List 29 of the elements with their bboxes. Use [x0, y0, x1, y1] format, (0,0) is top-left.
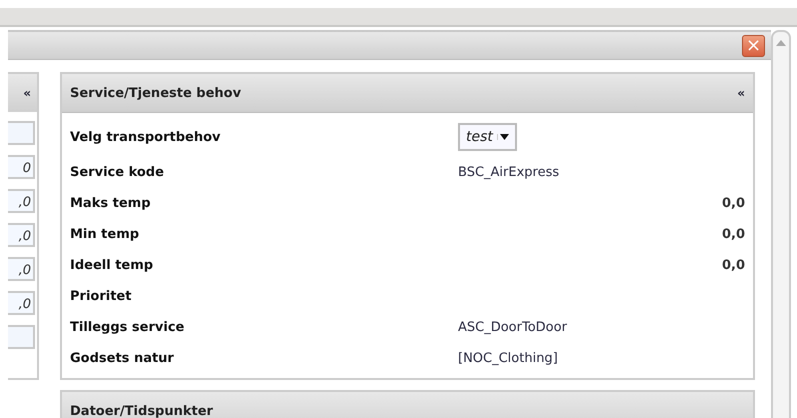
field-label: Service kode [70, 165, 165, 180]
field-label: Tilleggs service [70, 320, 186, 335]
field-label: Velg transportbehov [70, 130, 222, 144]
field-value: ASC_DoorToDoor [458, 320, 567, 335]
input-field[interactable]: ,0 [8, 189, 35, 213]
field-label: Min temp [70, 227, 140, 242]
input-field[interactable]: 0 [8, 155, 35, 179]
scrollbar[interactable] [771, 30, 791, 418]
field-value: 0,0 [722, 258, 745, 273]
input-field[interactable]: ,0 [8, 291, 35, 315]
panel-title: Datoer/Tidspunkter [70, 404, 213, 418]
input-field[interactable]: ,0 [8, 257, 35, 281]
input-field[interactable] [8, 325, 35, 349]
field-value: [NOC_Clothing] [458, 351, 558, 366]
field-label: Ideell temp [70, 258, 154, 273]
field-label: Prioritet [70, 289, 132, 304]
panel-title: Service/Tjeneste behov [70, 86, 242, 100]
field-value: 0,0 [722, 196, 745, 211]
field-value: 0,0 [722, 227, 745, 242]
caret-icon [496, 134, 509, 140]
collapse-toggle[interactable]: « [23, 86, 31, 100]
scroll-up-icon[interactable] [776, 40, 786, 46]
dropdown[interactable]: test [458, 123, 517, 151]
field-label: Godsets natur [70, 351, 175, 366]
input-field[interactable] [8, 121, 35, 145]
input-field[interactable]: ,0 [8, 223, 35, 247]
field-value: BSC_AirExpress [458, 165, 560, 180]
field-label: Maks temp [70, 196, 152, 211]
collapse-toggle[interactable]: « [737, 86, 745, 100]
